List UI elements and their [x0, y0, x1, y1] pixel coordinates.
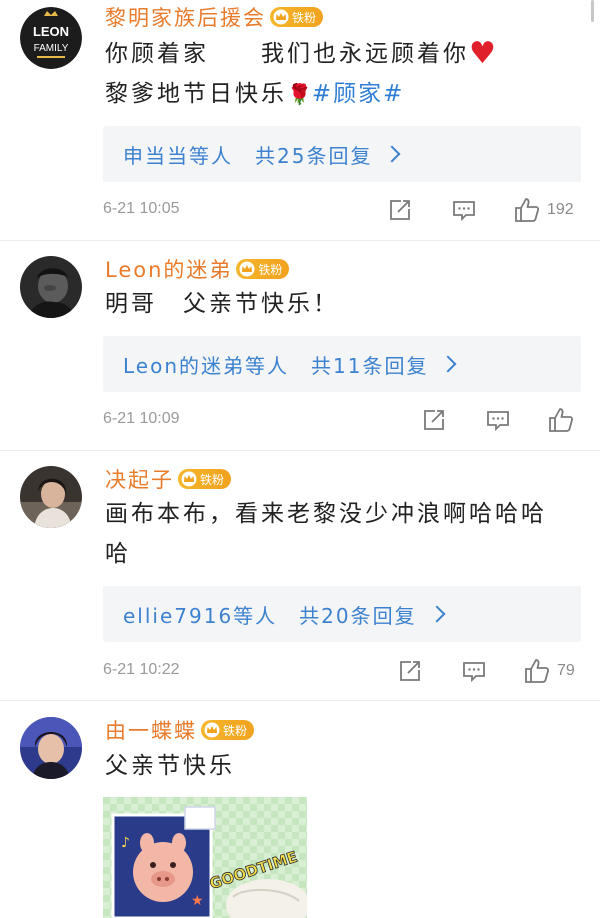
timestamp: 6-21 10:22	[103, 661, 180, 678]
pig-cartoon-image: ♪ ★ GOODTIME	[103, 797, 307, 918]
crown-icon	[239, 261, 255, 277]
comment-item: LEON FAMILY 黎明家族后援会 铁粉 你顾着家 我们也永远顾着你♥ 黎爹…	[0, 0, 600, 241]
fan-badge[interactable]: 铁粉	[201, 720, 255, 740]
username[interactable]: Leon的迷弟	[105, 254, 232, 284]
heart-emoji: ♥	[469, 36, 496, 71]
comment-icon	[453, 201, 475, 222]
rose-emoji: 🌹	[287, 82, 312, 106]
hashtag-link[interactable]: #顾家#	[312, 81, 405, 107]
svg-text:★: ★	[191, 893, 204, 909]
avatar-image	[20, 256, 82, 318]
avatar[interactable]: LEON FAMILY	[20, 7, 82, 69]
like-icon	[515, 198, 540, 222]
svg-text:♪: ♪	[121, 835, 130, 851]
like-count: 192	[547, 201, 574, 218]
share-icon	[400, 661, 420, 681]
comment-text: 父亲节快乐	[105, 753, 235, 779]
timestamp: 6-21 10:05	[103, 200, 180, 217]
reply-summary: Leon的迷弟等人 共11条回复	[123, 353, 429, 378]
fan-badge-label: 铁粉	[223, 723, 248, 738]
share-icon	[424, 410, 444, 430]
svg-text:LEON: LEON	[33, 24, 69, 39]
share-button[interactable]	[421, 406, 447, 434]
comment-text: 明哥 父亲节快乐！	[105, 291, 339, 317]
username[interactable]: 黎明家族后援会	[105, 2, 266, 32]
comment-icon	[487, 411, 509, 432]
reply-summary-box[interactable]: ellie7916等人 共20条回复	[103, 586, 581, 642]
fan-badge-label: 铁粉	[292, 10, 317, 25]
chevron-right-icon	[383, 145, 401, 163]
divider	[0, 240, 600, 241]
comment-icon	[463, 662, 485, 683]
like-button[interactable]: 192	[513, 196, 574, 224]
like-icon	[525, 659, 550, 683]
fan-badge[interactable]: 铁粉	[270, 7, 324, 27]
fan-badge-label: 铁粉	[258, 262, 283, 277]
comment-text-line2: 黎爹地节日快乐	[105, 81, 287, 107]
comment-text: 画布本布，看来老黎没少冲浪啊哈哈哈哈	[105, 501, 547, 567]
chevron-right-icon	[439, 355, 457, 373]
comment-button[interactable]	[485, 406, 511, 434]
divider	[0, 450, 600, 451]
avatar[interactable]	[20, 466, 82, 528]
username[interactable]: 由一蝶蝶	[105, 715, 197, 745]
avatar-image	[20, 466, 82, 528]
like-button[interactable]	[547, 406, 581, 434]
chevron-right-icon	[428, 605, 446, 623]
crown-icon	[204, 722, 220, 738]
like-icon	[549, 408, 574, 432]
share-icon	[390, 200, 410, 220]
like-count: 79	[557, 662, 575, 679]
fan-badge[interactable]: 铁粉	[178, 469, 232, 489]
avatar[interactable]	[20, 256, 82, 318]
svg-text:FAMILY: FAMILY	[34, 43, 69, 54]
attached-image[interactable]: ♪ ★ GOODTIME	[103, 797, 307, 918]
fan-badge-label: 铁粉	[200, 472, 225, 487]
reply-summary: 申当当等人 共25条回复	[123, 143, 373, 168]
avatar-image	[20, 717, 82, 779]
reply-summary-box[interactable]: Leon的迷弟等人 共11条回复	[103, 336, 581, 392]
crown-icon	[181, 471, 197, 487]
comment-text-line1: 你顾着家 我们也永远顾着你	[105, 41, 469, 67]
like-button[interactable]: 79	[523, 657, 575, 685]
avatar[interactable]	[20, 717, 82, 779]
reply-summary: ellie7916等人 共20条回复	[123, 603, 417, 628]
share-button[interactable]	[387, 196, 413, 224]
crown-icon	[273, 9, 289, 25]
comment-text: 你顾着家 我们也永远顾着你♥ 黎爹地节日快乐🌹#顾家#	[105, 34, 576, 114]
fan-badge[interactable]: 铁粉	[236, 259, 290, 279]
comment-button[interactable]	[461, 657, 487, 685]
username[interactable]: 决起子	[105, 464, 174, 494]
timestamp: 6-21 10:09	[103, 410, 180, 427]
comment-button[interactable]	[451, 196, 477, 224]
reply-summary-box[interactable]: 申当当等人 共25条回复	[103, 126, 581, 182]
share-button[interactable]	[397, 657, 423, 685]
leon-family-logo: LEON FAMILY	[20, 7, 82, 69]
divider	[0, 700, 600, 701]
